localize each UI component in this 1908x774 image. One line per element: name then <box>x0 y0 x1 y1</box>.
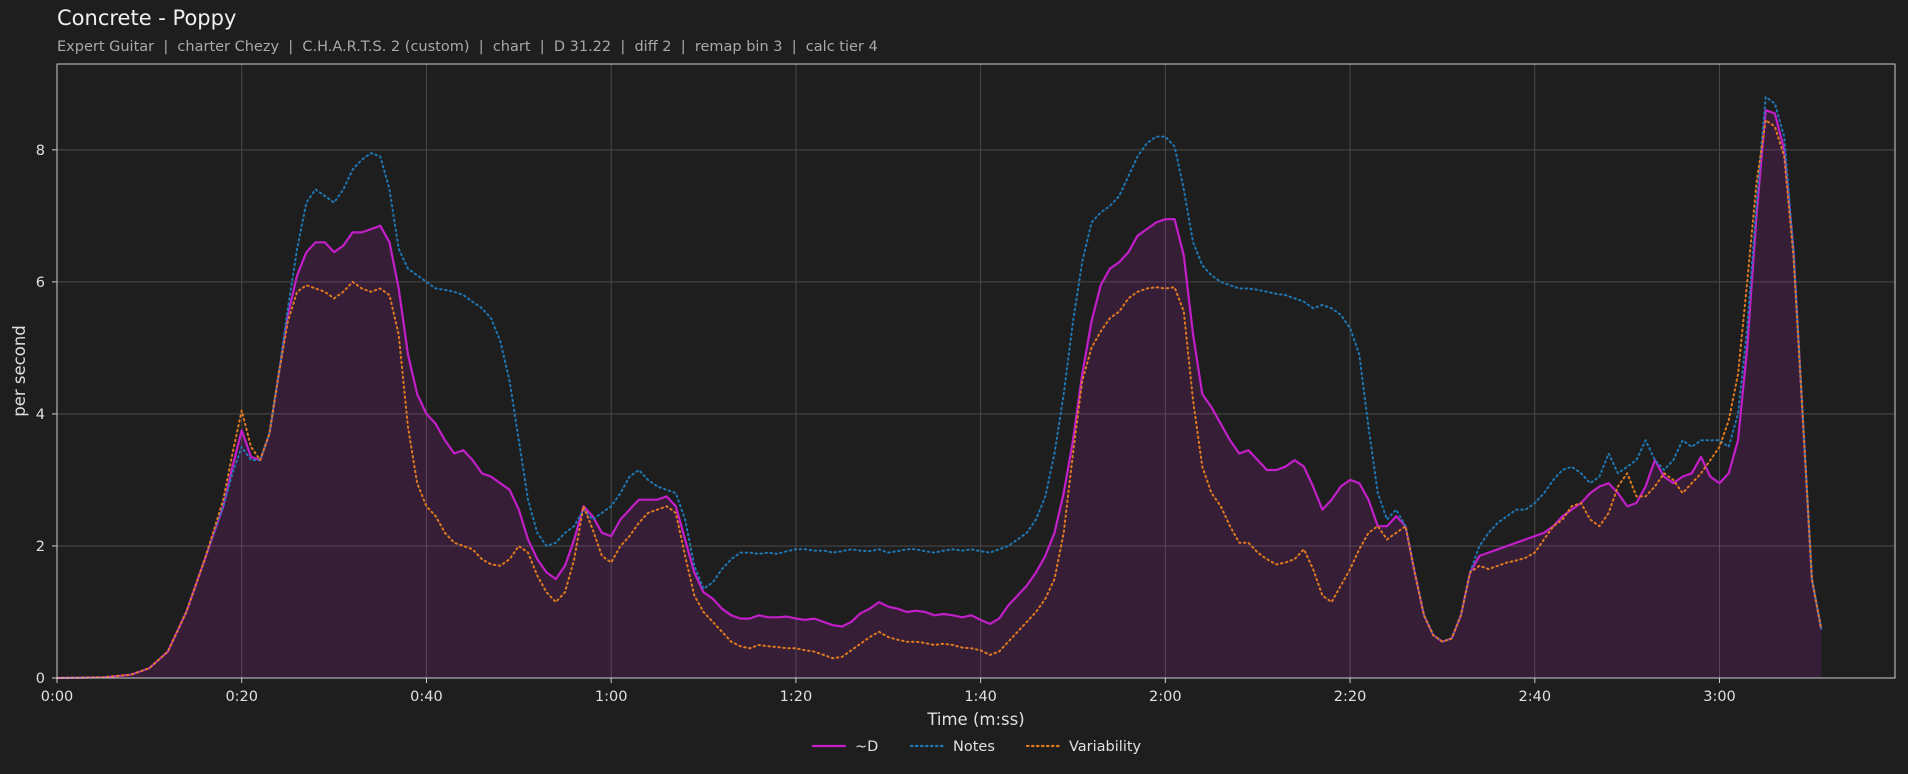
x-tick-label: 0:00 <box>41 689 74 705</box>
x-tick-label: 2:40 <box>1519 689 1552 705</box>
x-tick-label: 0:20 <box>225 689 258 705</box>
x-axis-ticks: 0:00 0:20 0:40 1:00 1:20 1:40 2:00 2:20 2:40 3:00 <box>41 678 1736 705</box>
x-tick-label: 1:40 <box>964 689 997 705</box>
y-tick-label: 4 <box>36 407 45 423</box>
legend-label: Variability <box>1069 739 1142 755</box>
x-axis-label: Time (m:ss) <box>926 710 1024 729</box>
x-tick-label: 1:20 <box>780 689 813 705</box>
y-tick-label: 8 <box>36 143 45 159</box>
y-tick-label: 6 <box>36 275 45 291</box>
x-tick-label: 1:00 <box>595 689 628 705</box>
chart-svg: 0:00 0:20 0:40 1:00 1:20 1:40 2:00 2:20 2:40 3:00… <box>10 63 1896 755</box>
y-tick-label: 0 <box>36 671 45 687</box>
x-tick-label: 2:00 <box>1149 689 1182 705</box>
x-tick-label: 2:20 <box>1334 689 1367 705</box>
legend-label: ~D <box>855 739 878 755</box>
y-tick-label: 2 <box>36 539 45 555</box>
y-axis-ticks: 0 2 4 6 8 <box>36 143 57 687</box>
x-tick-label: 3:00 <box>1703 689 1736 705</box>
y-axis-label: per second <box>10 325 29 417</box>
legend-label: Notes <box>953 739 995 755</box>
series-fills <box>57 110 1822 678</box>
series-fill-d <box>57 110 1822 678</box>
x-tick-label: 0:40 <box>410 689 443 705</box>
legend: ~D Notes Variability <box>811 739 1142 755</box>
